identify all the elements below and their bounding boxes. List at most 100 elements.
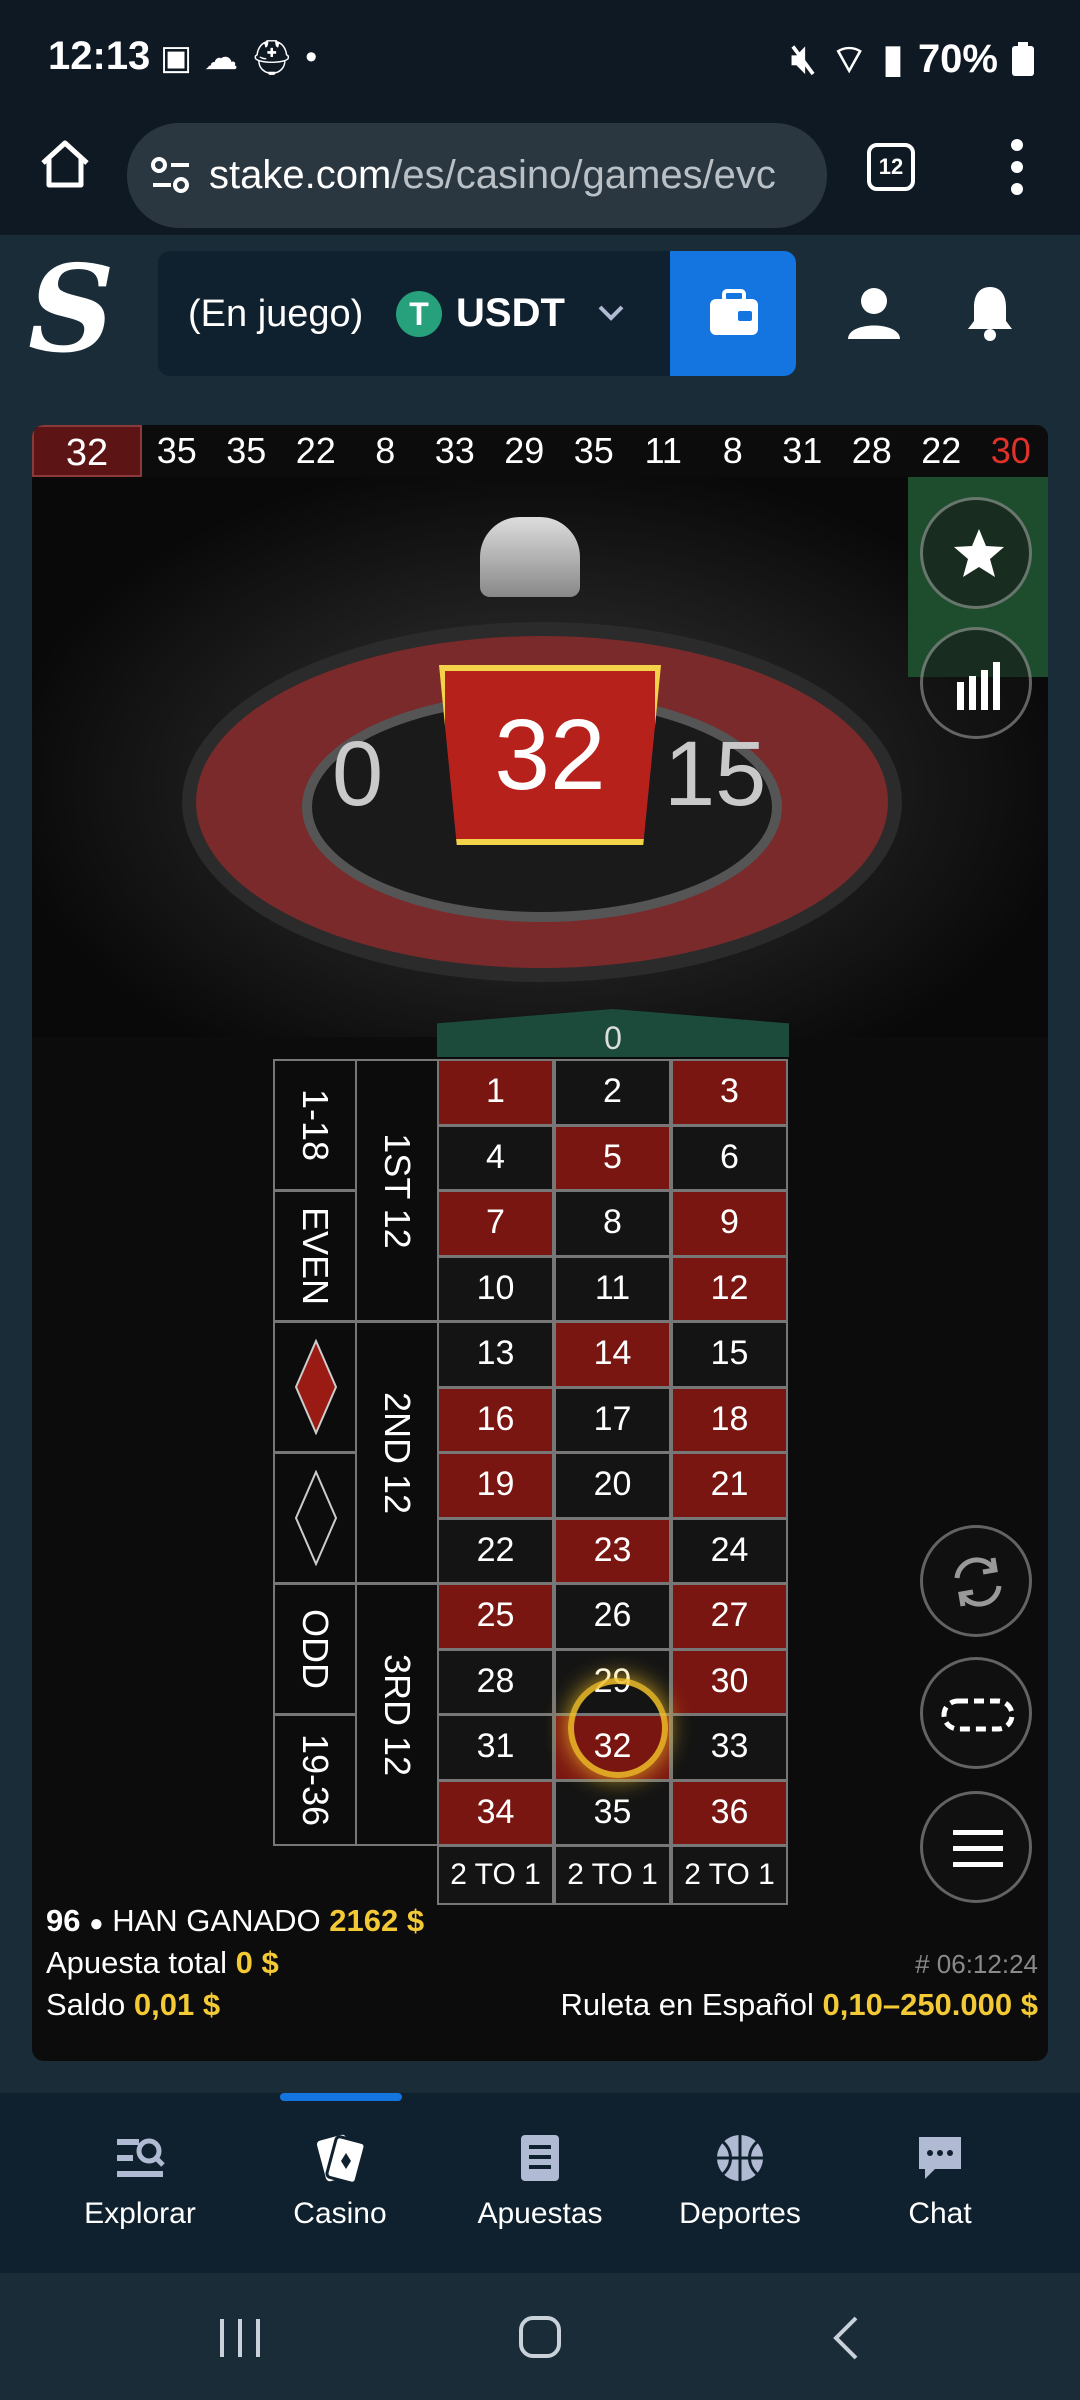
racetrack-icon <box>941 1698 1015 1732</box>
bet-number-31[interactable]: 31 <box>437 1714 554 1781</box>
bet-number-20[interactable]: 20 <box>554 1452 671 1519</box>
bet-number-25[interactable]: 25 <box>437 1583 554 1650</box>
round-id: # 06:12:24 <box>915 1949 1038 1979</box>
bet-dozen-1[interactable]: 1ST 12 <box>355 1059 439 1322</box>
nav-chat[interactable]: Chat <box>850 2131 1030 2231</box>
winners-amount: 2162 $ <box>329 1903 425 1938</box>
bet-number-4[interactable]: 4 <box>437 1124 554 1191</box>
bet-number-30[interactable]: 30 <box>671 1648 788 1715</box>
address-bar[interactable]: stake.com/es/casino/games/evc <box>127 123 827 228</box>
bet-number-2[interactable]: 2 <box>554 1059 671 1126</box>
bet-number-35[interactable]: 35 <box>554 1779 671 1846</box>
neighbor-right: 15 <box>664 723 767 825</box>
nav-apuestas[interactable]: Apuestas <box>450 2131 630 2231</box>
url-path: /es/casino/games/evc <box>391 153 776 197</box>
bet-number-33[interactable]: 33 <box>671 1714 788 1781</box>
bet-number-24[interactable]: 24 <box>671 1517 788 1584</box>
history-number: 33 <box>434 430 475 471</box>
wallet-button[interactable] <box>670 251 796 376</box>
table-name: Ruleta en Español <box>560 1987 814 2022</box>
bet-1-18[interactable]: 1-18 <box>273 1059 357 1191</box>
basketball-icon <box>717 2135 763 2181</box>
menu-button[interactable] <box>920 1791 1032 1903</box>
repeat-bet-button[interactable] <box>920 1525 1032 1637</box>
bet-number-8[interactable]: 8 <box>554 1190 671 1257</box>
favorite-button[interactable] <box>920 497 1032 609</box>
statistics-button[interactable] <box>920 627 1032 739</box>
user-icon[interactable] <box>846 285 902 341</box>
bet-number-1[interactable]: 1 <box>437 1059 554 1126</box>
nav-deportes[interactable]: Deportes <box>650 2131 830 2231</box>
bet-even[interactable]: EVEN <box>273 1190 357 1322</box>
recent-apps-icon[interactable] <box>218 2317 262 2359</box>
racetrack-button[interactable] <box>920 1657 1032 1769</box>
bet-number-13[interactable]: 13 <box>437 1321 554 1388</box>
stake-logo[interactable]: S <box>28 250 115 370</box>
gallery-icon: ▣ <box>160 39 193 77</box>
dozen-label: 2ND 12 <box>377 1391 418 1514</box>
wheel-turret <box>480 517 580 597</box>
bet-number-5[interactable]: 5 <box>554 1124 671 1191</box>
bet-number-15[interactable]: 15 <box>671 1321 788 1388</box>
history-number: 8 <box>375 430 396 471</box>
bet-column-2[interactable]: 2 TO 1 <box>554 1845 671 1905</box>
bet-number-22[interactable]: 22 <box>437 1517 554 1584</box>
bet-number-19[interactable]: 19 <box>437 1452 554 1519</box>
bet-number-36[interactable]: 36 <box>671 1779 788 1846</box>
bet-19-36[interactable]: 19-36 <box>273 1714 357 1846</box>
tab-switcher-button[interactable]: 12 <box>867 143 915 191</box>
total-bet-label: Apuesta total <box>46 1945 227 1980</box>
bet-black[interactable] <box>273 1452 357 1584</box>
wallet-selector[interactable]: (En juego) T USDT <box>158 251 670 376</box>
bet-dozen-2[interactable]: 2ND 12 <box>355 1321 439 1584</box>
bet-number-28[interactable]: 28 <box>437 1648 554 1715</box>
bet-number-18[interactable]: 18 <box>671 1386 788 1453</box>
winning-number: 32 <box>439 665 661 845</box>
bet-number-3[interactable]: 3 <box>671 1059 788 1126</box>
bottom-navigation: Explorar Casino Apuestas Deportes Chat <box>0 2093 1080 2273</box>
bell-icon[interactable] <box>962 283 1018 341</box>
history-number: 22 <box>921 430 962 471</box>
bet-number-26[interactable]: 26 <box>554 1583 671 1650</box>
dozen-label: 1ST 12 <box>377 1132 418 1249</box>
bet-number-11[interactable]: 11 <box>554 1255 671 1322</box>
site-header: S (En juego) T USDT <box>0 237 1080 392</box>
bet-number-6[interactable]: 6 <box>671 1124 788 1191</box>
nav-casino[interactable]: Casino <box>250 2131 430 2231</box>
active-tab-indicator <box>280 2093 402 2101</box>
browser-toolbar: stake.com/es/casino/games/evc 12 <box>0 115 1080 235</box>
bet-number-23[interactable]: 23 <box>554 1517 671 1584</box>
bet-number-10[interactable]: 10 <box>437 1255 554 1322</box>
star-icon <box>954 529 1004 577</box>
bet-number-9[interactable]: 9 <box>671 1190 788 1257</box>
url-text: stake.com/es/casino/games/evc <box>209 153 809 198</box>
dozen-label: 3RD 12 <box>377 1653 418 1776</box>
winners-label: HAN GANADO <box>112 1903 321 1938</box>
bet-number-12[interactable]: 12 <box>671 1255 788 1322</box>
bet-number-7[interactable]: 7 <box>437 1190 554 1257</box>
live-video: 0 32 15 <box>32 477 1048 1037</box>
bet-number-17[interactable]: 17 <box>554 1386 671 1453</box>
bet-column-3[interactable]: 2 TO 1 <box>671 1845 788 1905</box>
nav-label: Explorar <box>84 2197 196 2230</box>
bet-number-16[interactable]: 16 <box>437 1386 554 1453</box>
back-icon[interactable] <box>830 2315 860 2361</box>
bet-dozen-3[interactable]: 3RD 12 <box>355 1583 439 1846</box>
bet-number-21[interactable]: 21 <box>671 1452 788 1519</box>
black-diamond-icon <box>294 1470 338 1566</box>
bet-number-27[interactable]: 27 <box>671 1583 788 1650</box>
nav-explorar[interactable]: Explorar <box>50 2131 230 2231</box>
bet-odd[interactable]: ODD <box>273 1583 357 1715</box>
history-number: 28 <box>851 430 892 471</box>
bet-number-34[interactable]: 34 <box>437 1779 554 1846</box>
more-options-icon[interactable] <box>1010 137 1024 197</box>
home-icon[interactable] <box>38 137 92 191</box>
bet-1-18-label: 1-18 <box>295 1088 336 1162</box>
site-settings-icon[interactable] <box>149 153 193 197</box>
home-nav-icon[interactable] <box>518 2315 562 2359</box>
status-bar: 12:13 ▣ ☁ ⛑ • 🔇︎ ⌔ ▮ 70% <box>0 0 1080 115</box>
bet-column-1[interactable]: 2 TO 1 <box>437 1845 554 1905</box>
bet-red[interactable] <box>273 1321 357 1453</box>
bet-number-14[interactable]: 14 <box>554 1321 671 1388</box>
battery-icon <box>1012 42 1034 76</box>
